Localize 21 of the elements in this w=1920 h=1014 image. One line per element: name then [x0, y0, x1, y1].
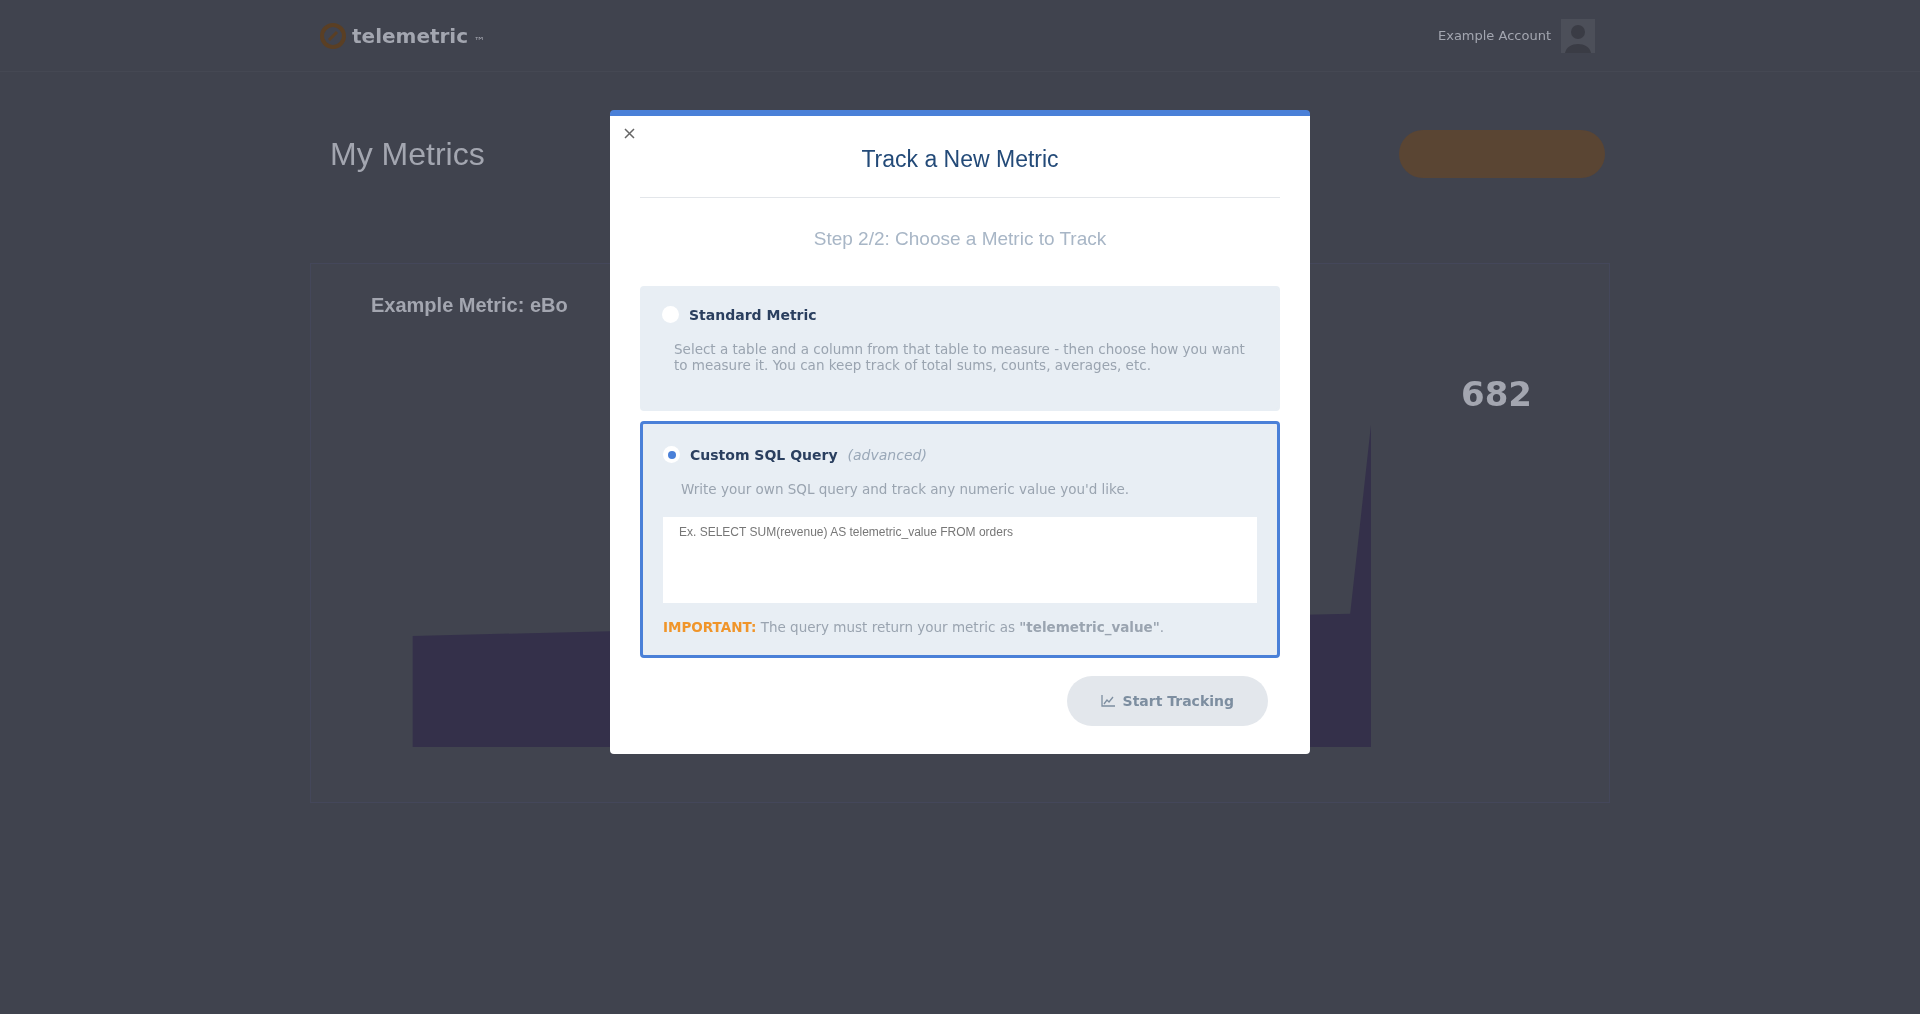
page-title: My Metrics: [330, 135, 485, 173]
option-card[interactable]: Standard Metric Select a table and a column from that table to measure - then choose how you want to measure it. You can keep track of total sums, counts, averages, etc.: [640, 286, 1280, 411]
option-label: Custom SQL Query: [690, 446, 838, 463]
option-card[interactable]: [640, 421, 1280, 658]
line-chart-icon: [1100, 695, 1115, 707]
important-note: IMPORTANT: The query must return your metric as "telemetric_value".: [663, 619, 1166, 635]
radio-button[interactable]: [663, 446, 680, 463]
metric-title: Example Metric: eBo: [371, 294, 568, 317]
account-name[interactable]: Example Account: [1437, 28, 1551, 43]
modal-title: Track a New Metric: [860, 146, 1060, 173]
option-label: Standard Metric: [689, 306, 817, 323]
logo-icon: [320, 22, 346, 49]
sql-query-field[interactable]: Ex. SELECT SUM(revenue) AS telemetric_value FROM orders: [663, 517, 1257, 603]
step-heading: Step 2/2: Choose a Metric to Track: [812, 228, 1108, 250]
close-icon[interactable]: [622, 126, 637, 141]
option-description: Select a table and a column from that table to measure - then choose how you want to measure it. You can keep track of total sums, counts, averages, etc.: [674, 341, 1246, 373]
option-description: Write your own SQL query and track any numeric value you'd like.: [681, 481, 1130, 497]
logo-text: telemetric: [352, 23, 469, 48]
trademark-mark: ™: [474, 34, 486, 48]
option-tag: (advanced): [847, 446, 927, 463]
stat-value: 682: [1461, 374, 1532, 414]
